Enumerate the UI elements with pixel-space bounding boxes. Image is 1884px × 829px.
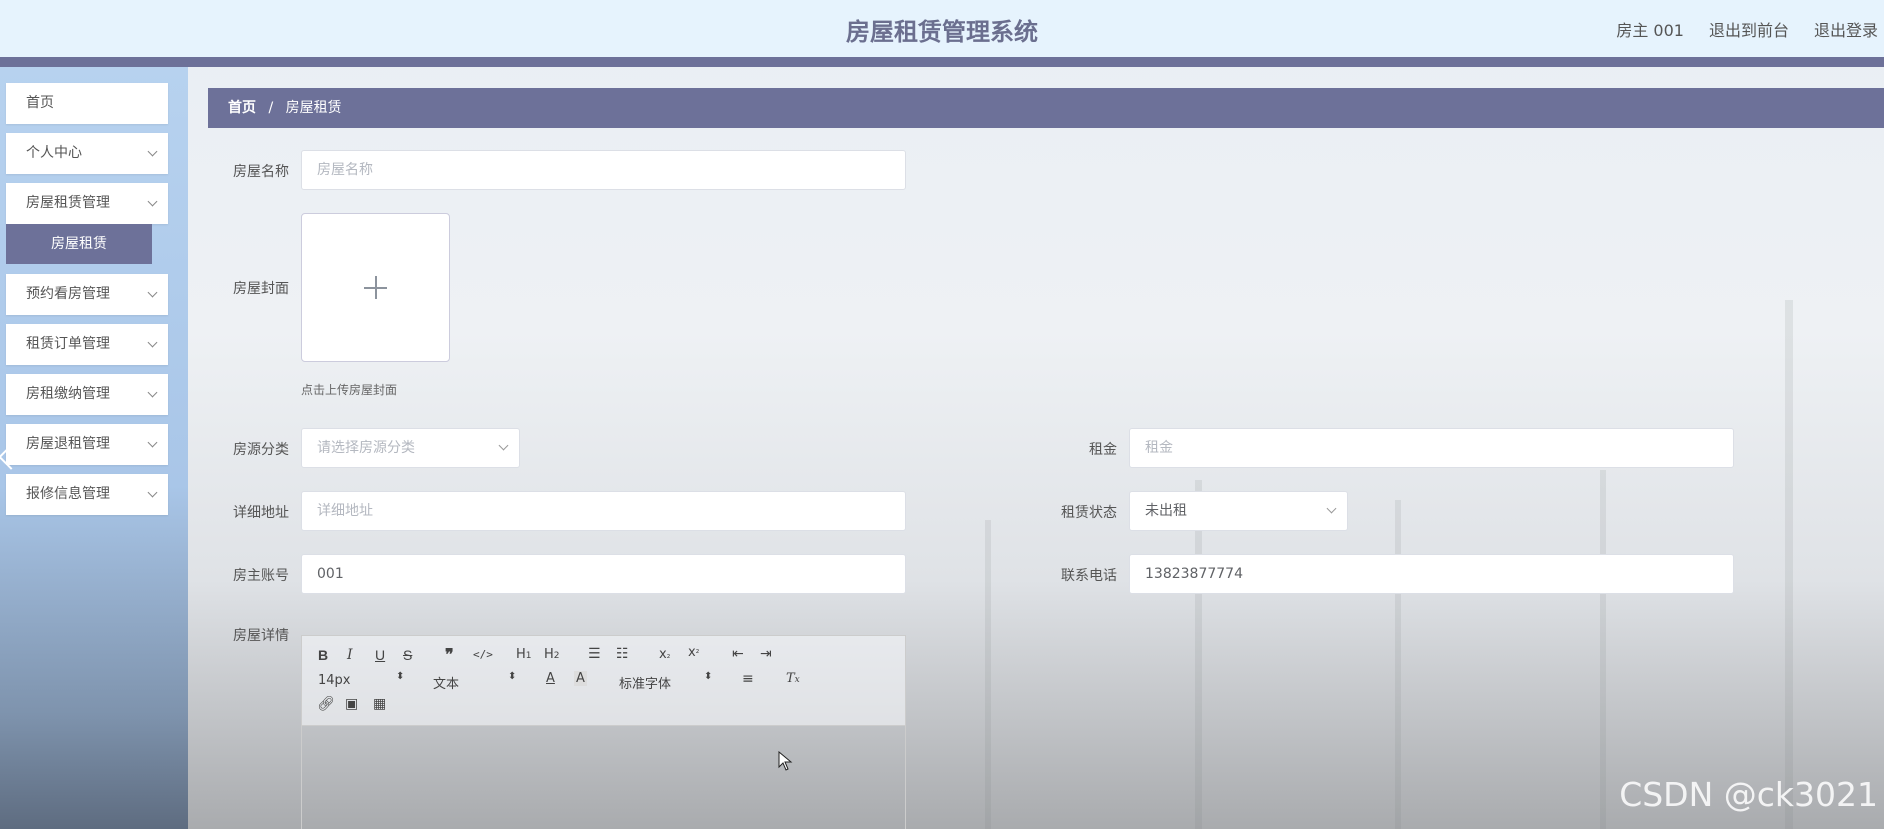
rental-status-label: 租赁状态 bbox=[1061, 505, 1117, 521]
chevron-down-icon bbox=[147, 487, 158, 498]
updown-icon: ⬍ bbox=[704, 671, 713, 682]
font-family-value: 标准字体 bbox=[619, 677, 672, 692]
cover-upload-box[interactable] bbox=[301, 213, 450, 362]
chevron-down-icon bbox=[147, 196, 158, 207]
phone-label: 联系电话 bbox=[1061, 568, 1117, 584]
header-divider bbox=[0, 57, 1884, 67]
sidebar-item-label: 预约看房管理 bbox=[26, 286, 110, 302]
cover-upload-hint: 点击上传房屋封面 bbox=[301, 383, 398, 397]
heading2-icon[interactable]: H2 bbox=[544, 647, 560, 662]
sidebar-item-label: 报修信息管理 bbox=[26, 486, 110, 502]
sidebar-item-move-out[interactable]: 房屋退租管理 bbox=[6, 424, 168, 465]
sidebar-subitem-rental[interactable]: 房屋租赁 bbox=[6, 224, 152, 264]
chevron-down-icon bbox=[147, 387, 158, 398]
top-links: 房主 001 退出到前台 退出登录 bbox=[1616, 17, 1878, 41]
chevron-down-icon bbox=[147, 337, 158, 348]
app-title: 房屋租赁管理系统 bbox=[846, 18, 1038, 46]
font-size-value: 14px bbox=[318, 673, 351, 688]
chevron-down-icon bbox=[147, 437, 158, 448]
sidebar-item-rent-payments[interactable]: 房租缴纳管理 bbox=[6, 374, 168, 415]
phone-input[interactable]: 13823877774 bbox=[1129, 554, 1734, 594]
address-input[interactable]: 详细地址 bbox=[301, 491, 906, 531]
house-type-select[interactable]: 请选择房源分类 bbox=[301, 428, 520, 468]
updown-icon: ⬍ bbox=[508, 671, 517, 682]
subscript-icon[interactable]: x₂ bbox=[659, 647, 670, 662]
sidebar: 首页 个人中心 房屋租赁管理 房屋租赁 预约看房管理 租赁订单管理 房租缴纳管理… bbox=[0, 67, 188, 829]
watermark: CSDN @ck3021 bbox=[1619, 775, 1878, 814]
clear-format-icon[interactable]: Tx bbox=[786, 671, 800, 686]
sidebar-item-viewing-appointments[interactable]: 预约看房管理 bbox=[6, 274, 168, 315]
updown-icon: ⬍ bbox=[396, 671, 405, 682]
breadcrumb-home[interactable]: 首页 bbox=[228, 100, 256, 116]
chevron-down-icon bbox=[147, 146, 158, 157]
sidebar-item-rental-orders[interactable]: 租赁订单管理 bbox=[6, 324, 168, 365]
rich-text-editor: B I U S ❞ </> H1 H2 ☰ ☷ x₂ x² ⇤ ⇥ 14px ⬍… bbox=[301, 635, 906, 829]
block-format-value: 文本 bbox=[433, 677, 460, 692]
strikethrough-icon[interactable]: S bbox=[403, 647, 412, 663]
editor-toolbar: B I U S ❞ </> H1 H2 ☰ ☷ x₂ x² ⇤ ⇥ 14px ⬍… bbox=[302, 636, 905, 726]
sidebar-item-rental-management[interactable]: 房屋租赁管理 bbox=[6, 183, 168, 224]
house-cover-label: 房屋封面 bbox=[233, 281, 289, 297]
rental-status-value: 未出租 bbox=[1145, 503, 1187, 519]
text-color-icon[interactable]: A bbox=[546, 671, 555, 686]
bullet-list-icon[interactable]: ☷ bbox=[616, 646, 629, 662]
sidebar-item-label: 首页 bbox=[26, 95, 54, 111]
top-bar: 房屋租赁管理系统 房主 001 退出到前台 退出登录 bbox=[0, 0, 1884, 57]
rent-input[interactable]: 租金 bbox=[1129, 428, 1734, 468]
bold-icon[interactable]: B bbox=[318, 647, 328, 663]
address-label: 详细地址 bbox=[233, 505, 289, 521]
font-family-select[interactable]: 标准字体 bbox=[619, 673, 671, 692]
blockquote-icon[interactable]: ❞ bbox=[445, 645, 454, 664]
logout-link[interactable]: 退出登录 bbox=[1814, 17, 1878, 41]
breadcrumb-current: 房屋租赁 bbox=[285, 100, 342, 116]
font-size-select[interactable]: 14px bbox=[318, 673, 351, 688]
block-format-select[interactable]: 文本 bbox=[433, 673, 459, 692]
sidebar-item-label: 房屋租赁管理 bbox=[26, 195, 110, 211]
sidebar-item-repair-info[interactable]: 报修信息管理 bbox=[6, 474, 168, 515]
house-type-placeholder: 请选择房源分类 bbox=[317, 440, 415, 456]
house-name-label: 房屋名称 bbox=[233, 164, 289, 180]
heading1-icon[interactable]: H1 bbox=[516, 647, 532, 662]
superscript-icon[interactable]: x² bbox=[688, 645, 699, 660]
chevron-down-icon bbox=[147, 287, 158, 298]
indent-icon[interactable]: ⇥ bbox=[760, 646, 772, 662]
owner-account-label: 房主账号 bbox=[233, 568, 289, 584]
rent-label: 租金 bbox=[1089, 442, 1117, 458]
sidebar-item-label: 房租缴纳管理 bbox=[26, 386, 110, 402]
rental-status-select[interactable]: 未出租 bbox=[1129, 491, 1348, 531]
sidebar-item-label: 个人中心 bbox=[26, 145, 82, 161]
breadcrumb-separator: / bbox=[268, 100, 274, 116]
chevron-down-icon bbox=[498, 440, 509, 451]
house-name-input[interactable]: 房屋名称 bbox=[301, 150, 906, 190]
back-to-front-link[interactable]: 退出到前台 bbox=[1709, 17, 1789, 41]
sidebar-item-label: 租赁订单管理 bbox=[26, 336, 110, 352]
image-icon[interactable]: ▣ bbox=[345, 696, 358, 712]
underline-icon[interactable]: U bbox=[375, 647, 385, 663]
background-color-icon[interactable]: A bbox=[574, 671, 587, 686]
ordered-list-icon[interactable]: ☰ bbox=[588, 646, 601, 662]
align-icon[interactable]: ≡ bbox=[742, 671, 754, 687]
sidebar-item-profile[interactable]: 个人中心 bbox=[6, 133, 168, 174]
sidebar-item-label: 房屋退租管理 bbox=[26, 436, 110, 452]
link-icon[interactable]: 🔗︎ bbox=[317, 696, 335, 712]
sidebar-item-home[interactable]: 首页 bbox=[6, 83, 168, 124]
house-detail-label: 房屋详情 bbox=[233, 628, 289, 644]
owner-account-input[interactable]: 001 bbox=[301, 554, 906, 594]
house-type-label: 房源分类 bbox=[233, 442, 289, 458]
italic-icon[interactable]: I bbox=[347, 647, 353, 663]
code-block-icon[interactable]: </> bbox=[473, 648, 493, 661]
outdent-icon[interactable]: ⇤ bbox=[732, 646, 744, 662]
mouse-cursor-icon bbox=[778, 751, 793, 771]
current-user-link[interactable]: 房主 001 bbox=[1616, 17, 1684, 41]
video-icon[interactable]: ▦ bbox=[373, 696, 386, 712]
breadcrumb: 首页 / 房屋租赁 bbox=[208, 88, 1884, 128]
chevron-down-icon bbox=[1326, 503, 1337, 514]
